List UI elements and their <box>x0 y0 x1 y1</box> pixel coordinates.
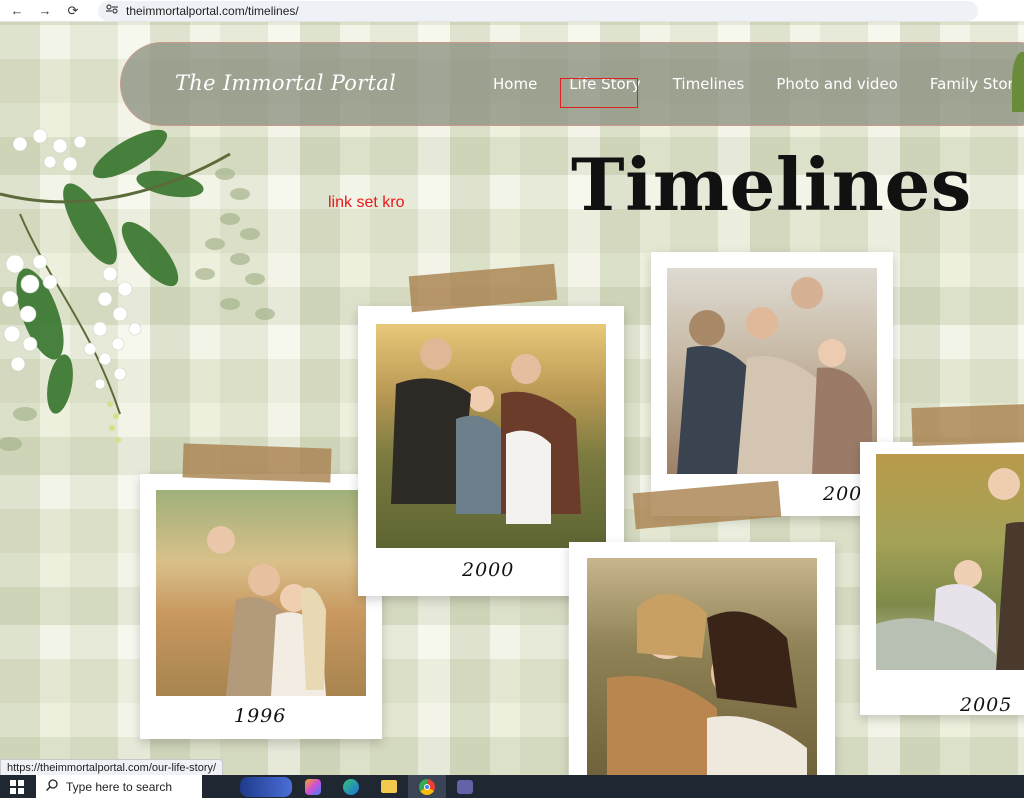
family-photo-2000 <box>376 324 606 548</box>
year-label-1996: 1996 <box>234 705 287 727</box>
annotation-note: link set kro <box>328 194 405 211</box>
tape-1996 <box>182 443 332 483</box>
widgets-icon[interactable] <box>238 775 294 798</box>
family-photo-1996 <box>156 490 366 696</box>
url-text[interactable]: theimmortalportal.com/timelines/ <box>126 4 299 18</box>
windows-taskbar: Type here to search <box>0 775 1024 798</box>
site-logo[interactable]: The Immortal Portal <box>175 71 396 95</box>
menu-photo-and-video[interactable]: Photo and video <box>776 75 898 93</box>
search-icon <box>46 778 58 796</box>
chrome-browser-icon[interactable] <box>408 775 446 798</box>
tune-icon[interactable] <box>106 4 118 17</box>
menu-timelines[interactable]: Timelines <box>673 75 745 93</box>
status-bar-link-preview: https://theimmortalportal.com/our-life-s… <box>0 759 224 775</box>
tape-2000 <box>408 263 558 313</box>
file-explorer-icon[interactable] <box>370 775 408 798</box>
polaroid-1996[interactable]: 1996 <box>140 474 382 739</box>
polaroid-2005[interactable]: 2005 <box>860 442 1024 716</box>
browser-toolbar: ← → ⟳ theimmortalportal.com/timelines/ <box>0 0 1024 22</box>
flower-branch-illustration <box>0 128 275 451</box>
mother-daughter-photo <box>587 558 817 775</box>
page-title: Timelines <box>571 142 972 227</box>
menu-family-stories[interactable]: Family Stories <box>930 75 1024 93</box>
year-label-2000: 2000 <box>462 559 515 581</box>
leaf-icon <box>1012 52 1024 112</box>
reload-icon[interactable]: ⟳ <box>62 2 84 20</box>
tape-2005 <box>911 403 1024 447</box>
polaroid-mother-daughter[interactable] <box>569 542 835 775</box>
family-photo-2005 <box>876 454 1024 670</box>
red-highlight-box <box>560 78 638 108</box>
windows-start-icon[interactable] <box>0 779 34 794</box>
copilot-icon[interactable] <box>294 775 332 798</box>
polaroid-2004[interactable]: 2004 <box>651 252 893 516</box>
page-viewport: The Immortal Portal Home Life Story Time… <box>0 22 1024 775</box>
edge-browser-icon[interactable] <box>332 775 370 798</box>
address-bar[interactable]: theimmortalportal.com/timelines/ <box>98 0 978 21</box>
family-photo-2004 <box>667 268 877 474</box>
teams-icon[interactable] <box>446 775 484 798</box>
forward-icon[interactable]: → <box>34 2 56 20</box>
menu-home[interactable]: Home <box>493 75 537 93</box>
back-icon[interactable]: ← <box>6 2 28 20</box>
taskbar-search-box[interactable]: Type here to search <box>36 775 202 798</box>
search-placeholder: Type here to search <box>66 779 173 794</box>
year-label-2005: 2005 <box>960 694 1013 716</box>
